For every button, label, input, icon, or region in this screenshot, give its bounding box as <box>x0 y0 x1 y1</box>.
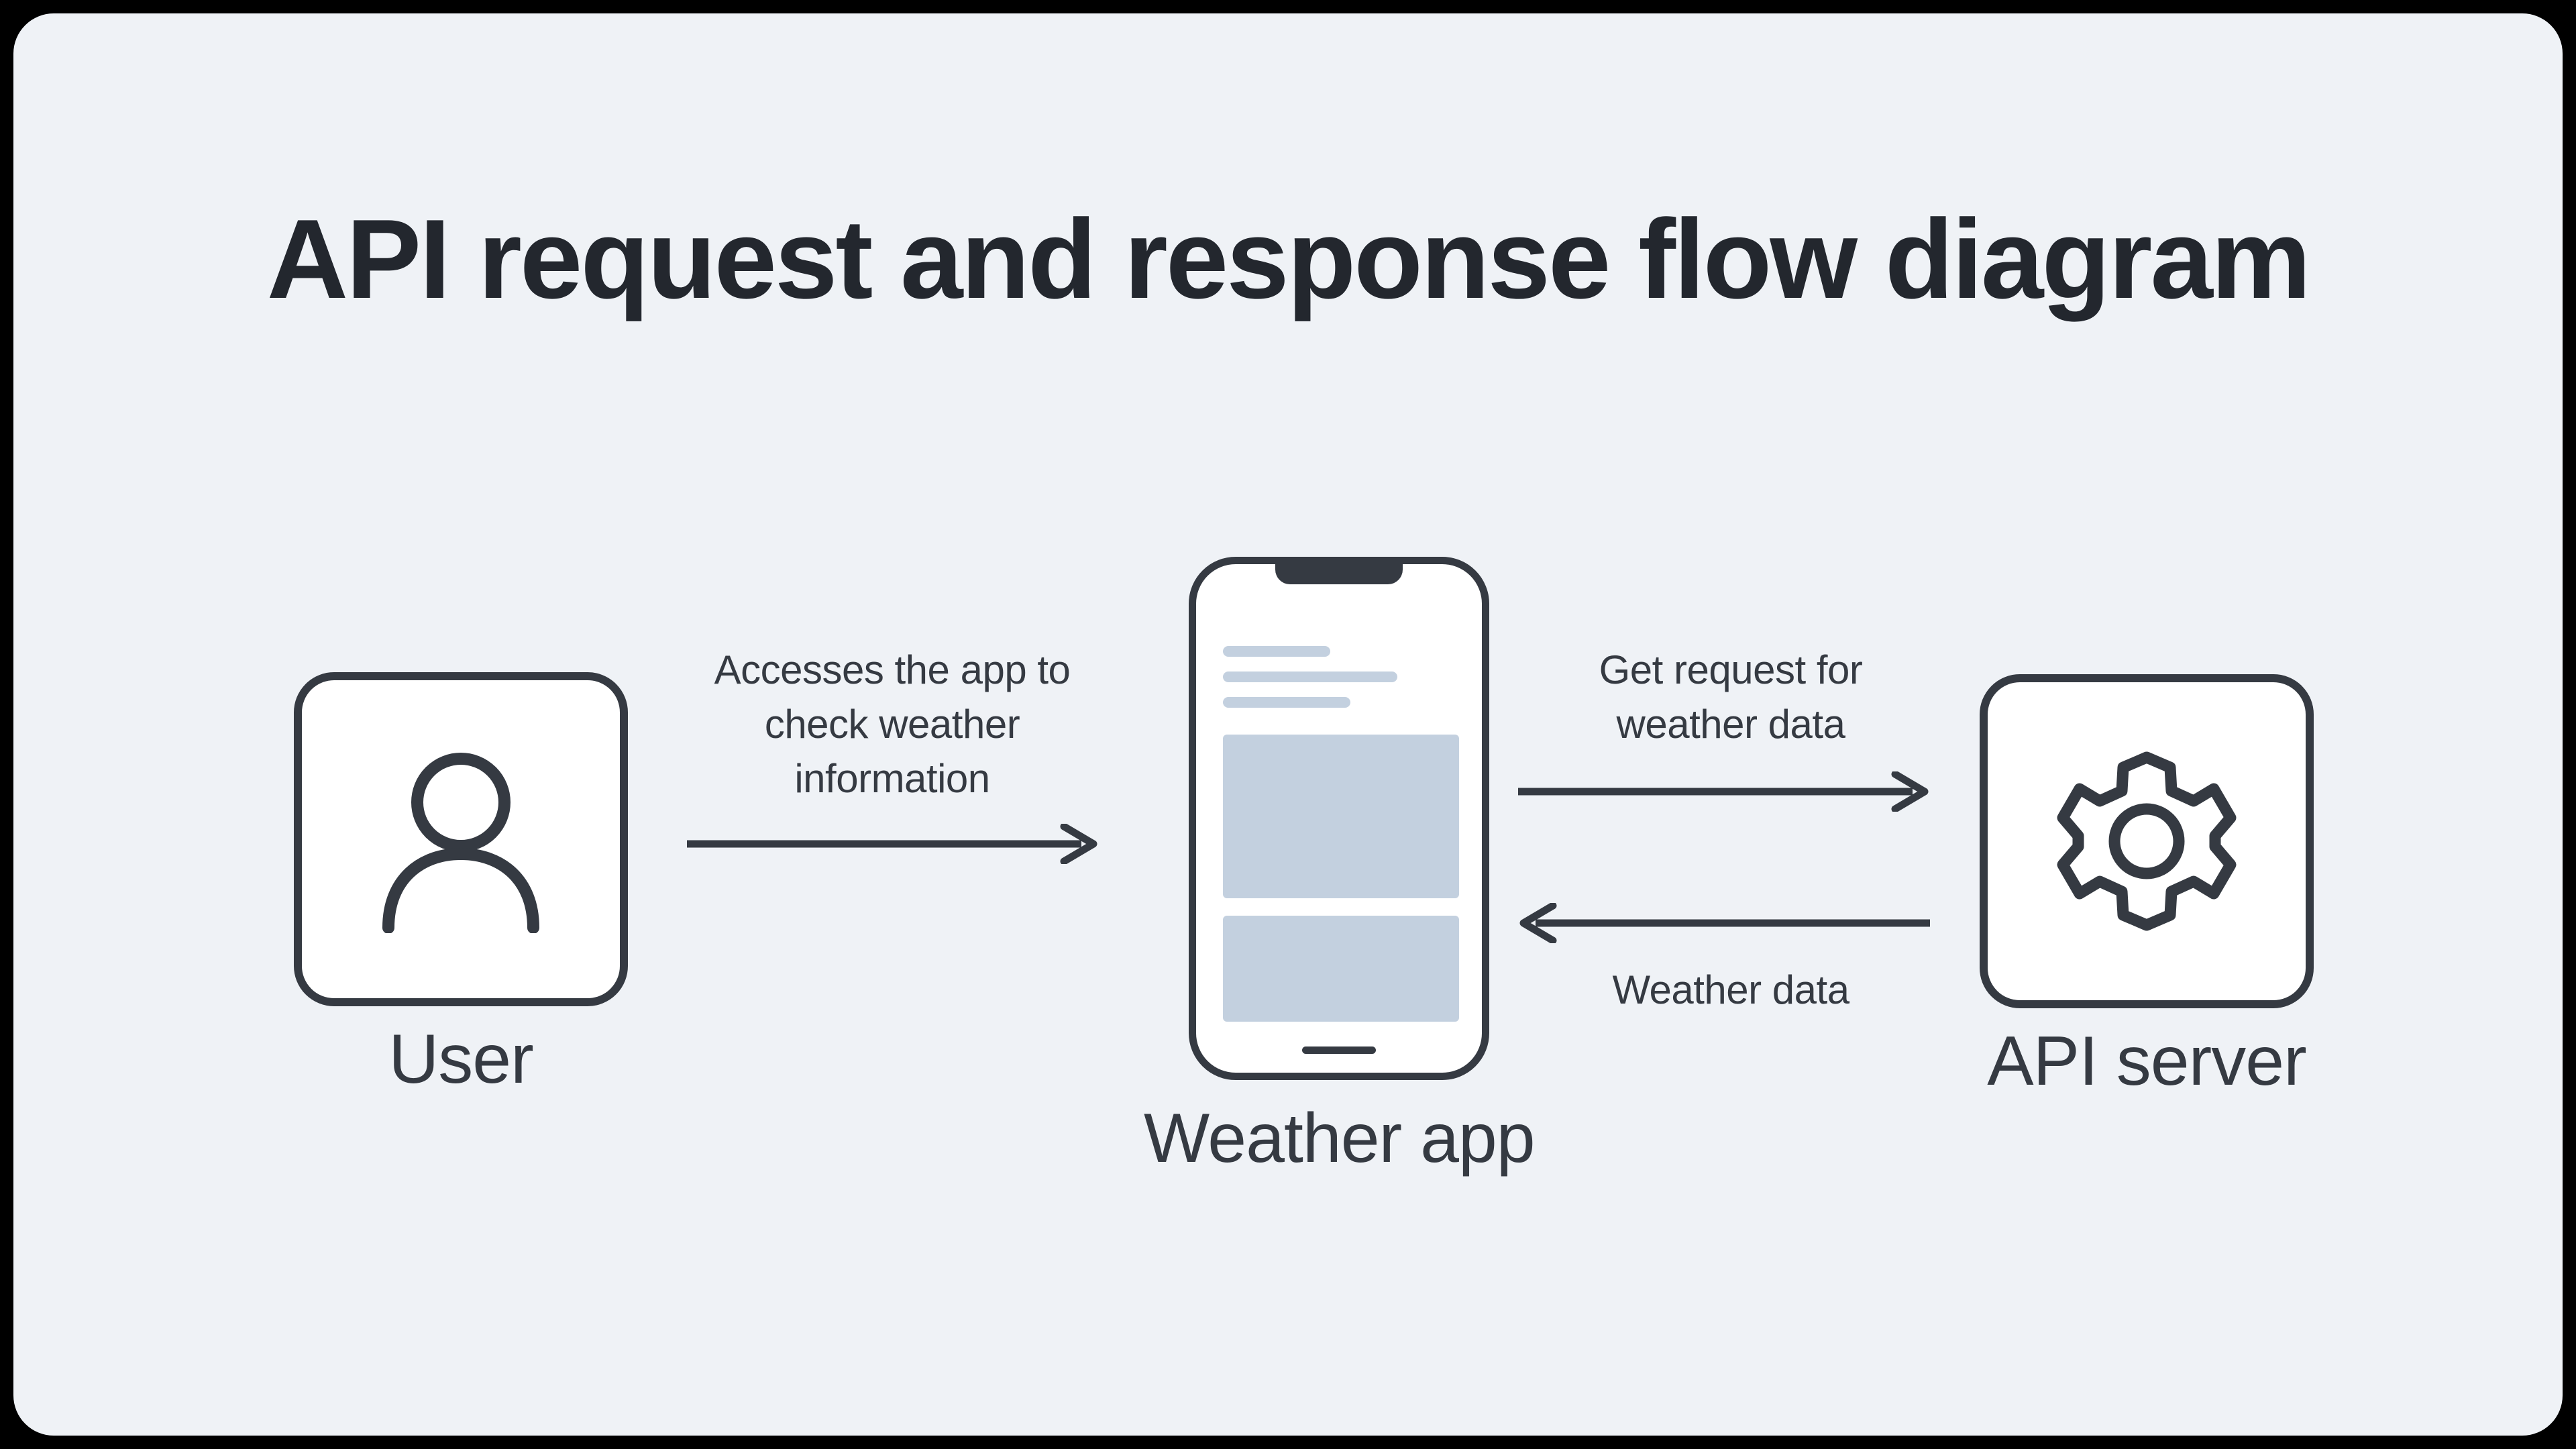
user-icon <box>374 745 548 933</box>
response-arrow-icon <box>1518 903 1930 943</box>
gear-icon <box>2053 747 2241 935</box>
phone-placeholder-line <box>1223 672 1397 682</box>
weather-app-node: Weather app <box>1144 557 1535 1179</box>
server-box <box>1980 674 2314 1008</box>
phone-placeholder-block <box>1223 735 1459 898</box>
weather-app-label: Weather app <box>1144 1099 1535 1179</box>
access-arrow-icon <box>687 824 1099 864</box>
phone-notch <box>1275 563 1403 584</box>
access-arrow-label: Accesses the app to check weather inform… <box>678 643 1107 806</box>
user-node: User <box>294 672 628 1099</box>
phone-placeholder-line <box>1223 697 1350 708</box>
api-server-node: API server <box>1980 674 2314 1102</box>
phone-home-indicator <box>1302 1046 1376 1054</box>
user-box <box>294 672 628 1006</box>
request-arrow-icon <box>1518 771 1930 812</box>
phone-icon <box>1189 557 1489 1080</box>
user-label: User <box>388 1020 533 1099</box>
phone-placeholder-block <box>1223 916 1459 1022</box>
api-server-label: API server <box>1987 1022 2306 1102</box>
diagram-title: API request and response flow diagram <box>267 195 2309 324</box>
diagram-canvas: API request and response flow diagram Us… <box>13 13 2563 1436</box>
response-arrow-label: Weather data <box>1536 963 1925 1017</box>
diagram-body: User Weather app API serv <box>13 557 2563 1228</box>
phone-placeholder-line <box>1223 646 1330 657</box>
request-arrow-label: Get request for weather data <box>1536 643 1925 751</box>
